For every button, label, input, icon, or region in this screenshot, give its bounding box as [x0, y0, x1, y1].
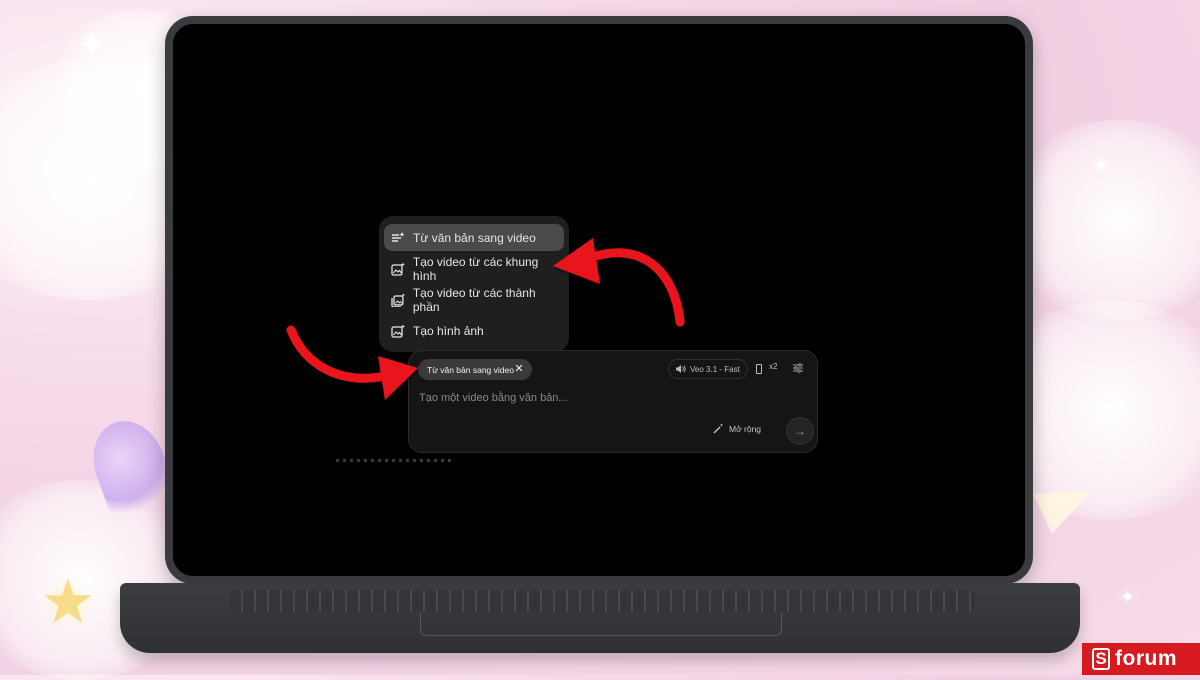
prompt-composer: Từ văn bản sang video ✕ Veo 3.1 - Fast x…: [408, 350, 818, 453]
output-count[interactable]: x2: [769, 362, 777, 371]
laptop-touchpad: [420, 613, 782, 636]
send-button[interactable]: →: [786, 417, 814, 445]
menu-item-create-image[interactable]: Tạo hình ảnh: [384, 317, 564, 344]
sforum-logo: S forum: [1082, 643, 1200, 675]
menu-item-frames-to-video[interactable]: Tạo video từ các khung hình: [384, 254, 564, 283]
text-lines-sparkle-icon: [392, 231, 405, 242]
logo-mark: S: [1092, 648, 1110, 670]
model-label: Veo 3.1 - Fast: [690, 364, 740, 374]
image-sparkle-icon: [391, 324, 405, 338]
mode-chip-label: Từ văn bản sang video: [427, 364, 514, 375]
model-selector[interactable]: Veo 3.1 - Fast: [668, 359, 748, 379]
arrow-right-icon: →: [794, 424, 806, 438]
menu-item-text-to-video[interactable]: Từ văn bản sang video: [384, 224, 564, 251]
menu-item-label: Tạo video từ các thành phần: [412, 285, 536, 314]
close-icon[interactable]: ✕: [512, 362, 526, 376]
menu-item-label: Tạo video từ các khung hình: [412, 254, 539, 283]
sparkle-icon: ✦: [1120, 587, 1136, 607]
speaker-icon: [676, 365, 686, 373]
image-sparkle-icon: [391, 262, 405, 276]
aspect-ratio-icon[interactable]: [756, 364, 762, 374]
mode-chip[interactable]: Từ văn bản sang video ✕: [418, 359, 532, 380]
sparkle-icon: ✦: [1092, 153, 1111, 178]
logo-text: forum: [1115, 647, 1177, 670]
laptop-keyboard: [230, 590, 975, 612]
stacked-images-sparkle-icon: [391, 292, 405, 307]
prompt-input[interactable]: Tạo một video bằng văn bản...: [419, 392, 568, 404]
expand-label: Mở rộng: [729, 423, 762, 434]
laptop-screen: [173, 24, 1025, 576]
menu-item-label: Từ văn bản sang video: [413, 230, 536, 245]
magic-wand-icon: [713, 423, 723, 434]
menu-item-ingredients-to-video[interactable]: Tạo video từ các thành phần: [384, 285, 564, 314]
sparkle-icon: ✦: [78, 26, 107, 64]
menu-item-label: Tạo hình ảnh: [413, 323, 484, 338]
star-icon: ★: [40, 568, 96, 637]
expand-button[interactable]: Mở rộng: [713, 423, 761, 434]
mode-menu: Từ văn bản sang video Tạo video từ các k…: [379, 216, 569, 352]
settings-sliders-icon[interactable]: [792, 362, 804, 374]
faint-screen-text: [336, 459, 451, 462]
